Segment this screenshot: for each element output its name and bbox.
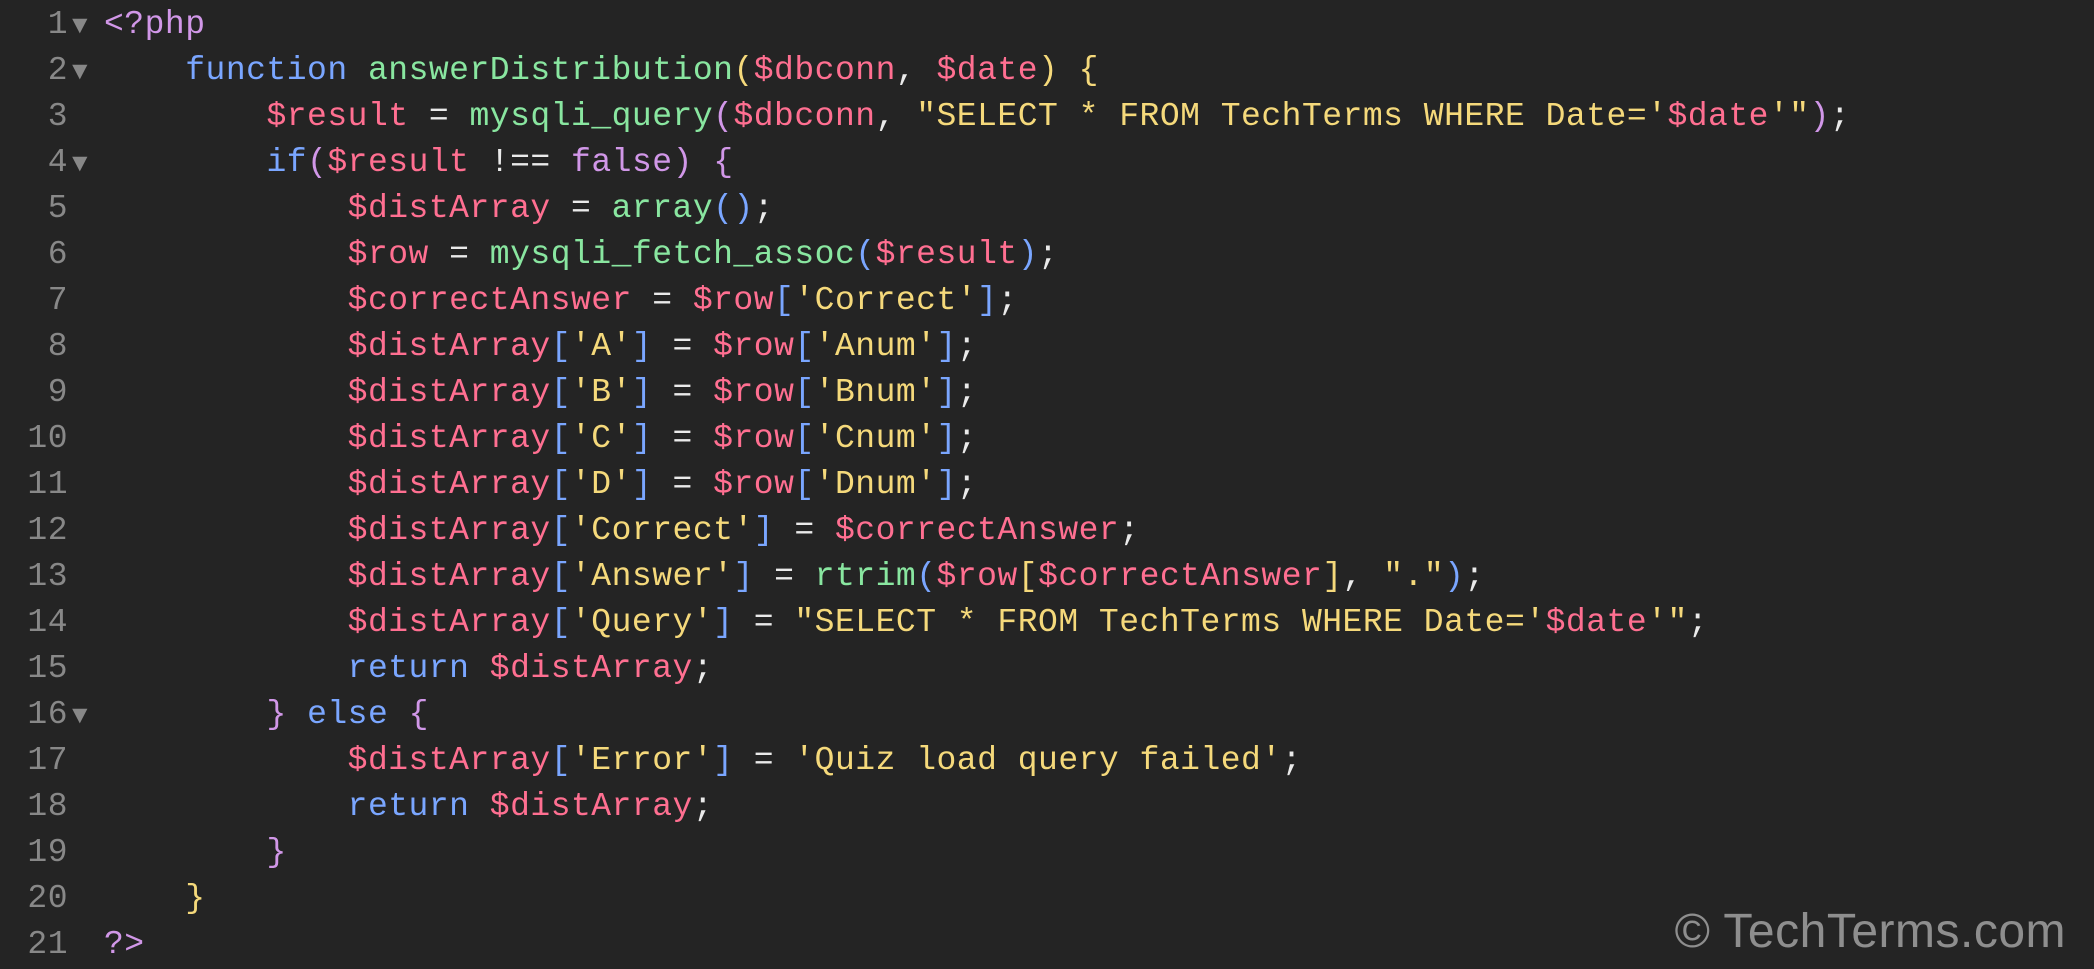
code-line: 1 ▼ <?php <box>0 2 2094 48</box>
line-number: 17 <box>0 738 70 784</box>
line-number: 10 <box>0 416 70 462</box>
code-content[interactable]: $distArray['C'] = $row['Cnum']; <box>104 416 977 462</box>
code-line: 3 $result = mysqli_query($dbconn, "SELEC… <box>0 94 2094 140</box>
line-number: 1 <box>0 2 70 48</box>
fold-marker-icon[interactable]: ▼ <box>70 693 104 739</box>
line-number: 21 <box>0 922 70 968</box>
code-content[interactable]: if($result !== false) { <box>104 140 734 186</box>
line-number: 7 <box>0 278 70 324</box>
code-content[interactable]: } <box>104 876 206 922</box>
code-content[interactable]: ?> <box>104 922 145 968</box>
code-line: 4 ▼ if($result !== false) { <box>0 140 2094 186</box>
line-number: 14 <box>0 600 70 646</box>
code-line: 8 $distArray['A'] = $row['Anum']; <box>0 324 2094 370</box>
code-line: 15 return $distArray; <box>0 646 2094 692</box>
code-content[interactable]: } <box>104 830 287 876</box>
code-line: 13 $distArray['Answer'] = rtrim($row[$co… <box>0 554 2094 600</box>
code-content[interactable]: } else { <box>104 692 429 738</box>
code-content[interactable]: function answerDistribution($dbconn, $da… <box>104 48 1099 94</box>
code-content[interactable]: $distArray['Error'] = 'Quiz load query f… <box>104 738 1302 784</box>
code-content[interactable]: $distArray = array(); <box>104 186 774 232</box>
code-content[interactable]: $distArray['Correct'] = $correctAnswer; <box>104 508 1140 554</box>
code-line: 11 $distArray['D'] = $row['Dnum']; <box>0 462 2094 508</box>
line-number: 13 <box>0 554 70 600</box>
code-line: 19 } <box>0 830 2094 876</box>
code-line: 2 ▼ function answerDistribution($dbconn,… <box>0 48 2094 94</box>
code-line: 5 $distArray = array(); <box>0 186 2094 232</box>
code-content[interactable]: $distArray['B'] = $row['Bnum']; <box>104 370 977 416</box>
line-number: 2 <box>0 48 70 94</box>
line-number: 8 <box>0 324 70 370</box>
fold-marker-icon[interactable]: ▼ <box>70 141 104 187</box>
code-line: 18 return $distArray; <box>0 784 2094 830</box>
code-content[interactable]: return $distArray; <box>104 646 713 692</box>
watermark-text: © TechTerms.com <box>1675 909 2066 955</box>
line-number: 5 <box>0 186 70 232</box>
code-content[interactable]: <?php <box>104 2 206 48</box>
code-content[interactable]: $result = mysqli_query($dbconn, "SELECT … <box>104 94 1850 140</box>
code-line: 7 $correctAnswer = $row['Correct']; <box>0 278 2094 324</box>
code-line: 14 $distArray['Query'] = "SELECT * FROM … <box>0 600 2094 646</box>
code-line: 9 $distArray['B'] = $row['Bnum']; <box>0 370 2094 416</box>
code-content[interactable]: $distArray['A'] = $row['Anum']; <box>104 324 977 370</box>
fold-marker-icon[interactable]: ▼ <box>70 3 104 49</box>
line-number: 20 <box>0 876 70 922</box>
code-line: 6 $row = mysqli_fetch_assoc($result); <box>0 232 2094 278</box>
code-content[interactable]: $row = mysqli_fetch_assoc($result); <box>104 232 1058 278</box>
code-content[interactable]: $distArray['Query'] = "SELECT * FROM Tec… <box>104 600 1708 646</box>
code-content[interactable]: $distArray['D'] = $row['Dnum']; <box>104 462 977 508</box>
line-number: 6 <box>0 232 70 278</box>
fold-marker-icon[interactable]: ▼ <box>70 49 104 95</box>
code-content[interactable]: return $distArray; <box>104 784 713 830</box>
code-line: 17 $distArray['Error'] = 'Quiz load quer… <box>0 738 2094 784</box>
line-number: 4 <box>0 140 70 186</box>
line-number: 9 <box>0 370 70 416</box>
line-number: 19 <box>0 830 70 876</box>
line-number: 3 <box>0 94 70 140</box>
line-number: 16 <box>0 692 70 738</box>
code-editor[interactable]: 1 ▼ <?php 2 ▼ function answerDistributio… <box>0 0 2094 968</box>
code-line: 16 ▼ } else { <box>0 692 2094 738</box>
code-content[interactable]: $correctAnswer = $row['Correct']; <box>104 278 1018 324</box>
code-line: 10 $distArray['C'] = $row['Cnum']; <box>0 416 2094 462</box>
line-number: 11 <box>0 462 70 508</box>
line-number: 12 <box>0 508 70 554</box>
code-content[interactable]: $distArray['Answer'] = rtrim($row[$corre… <box>104 554 1485 600</box>
code-line: 12 $distArray['Correct'] = $correctAnswe… <box>0 508 2094 554</box>
line-number: 15 <box>0 646 70 692</box>
line-number: 18 <box>0 784 70 830</box>
